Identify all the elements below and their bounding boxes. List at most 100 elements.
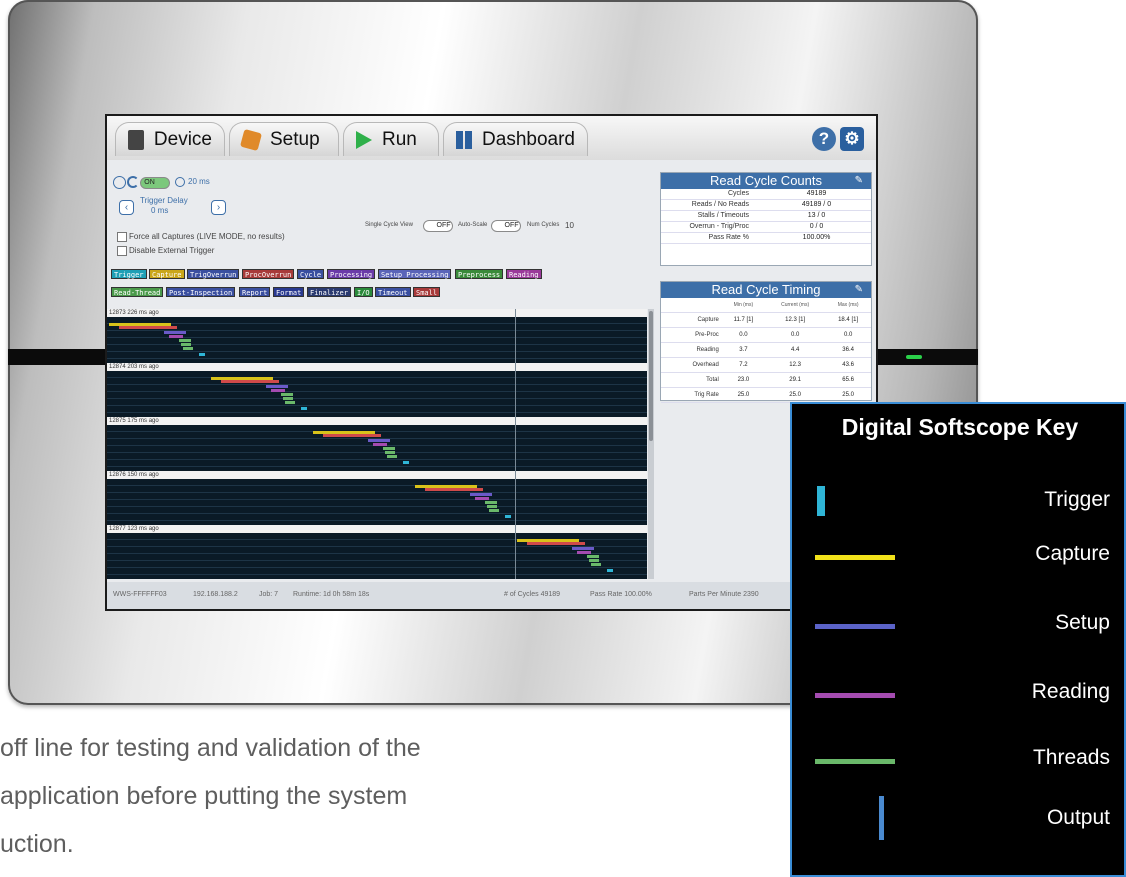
legend-chip[interactable]: ProcOverrun — [242, 269, 295, 279]
edit-icon[interactable]: ✎ — [855, 282, 863, 298]
num-cycles-label: Num Cycles — [527, 222, 560, 228]
scope-trace — [285, 401, 295, 404]
counts-row: Stalls / Timeouts 13 / 0 — [661, 211, 871, 222]
step-icon[interactable] — [113, 176, 126, 189]
help-button[interactable]: ? — [812, 127, 836, 151]
edit-icon[interactable]: ✎ — [855, 173, 863, 189]
scope-trace — [607, 569, 613, 572]
auto-scale-toggle[interactable]: OFF — [491, 220, 521, 232]
legend-chip[interactable]: Finalizer — [307, 287, 351, 297]
timing-row: Trig Rate 25.0 25.0 25.0 — [661, 387, 871, 403]
timing-header-cell: Max (ms) — [825, 298, 871, 313]
read-cycle-counts-title: Read Cycle Counts ✎ — [661, 173, 871, 189]
tab-setup[interactable]: Setup — [229, 122, 339, 156]
scope-trace — [591, 563, 601, 566]
counts-row-label: Pass Rate % — [708, 234, 749, 241]
read-cycle-counts-panel: Read Cycle Counts ✎ Cycles 49189 Reads / N… — [660, 172, 872, 266]
key-label: Output — [1046, 806, 1110, 829]
scope-trace — [221, 380, 279, 383]
counts-row-label: Reads / No Reads — [691, 201, 749, 208]
legend-chip[interactable]: Trigger — [111, 269, 147, 279]
counts-row-value: 49189 — [806, 190, 827, 197]
legend-chip[interactable]: Read-Thread — [111, 287, 164, 297]
setup-icon — [239, 128, 263, 151]
legend-chip[interactable]: Reading — [506, 269, 542, 279]
legend-chip[interactable]: Setup Processing — [378, 269, 452, 279]
legend-chip[interactable]: Report — [239, 287, 271, 297]
tab-dashboard[interactable]: Dashboard — [443, 122, 588, 156]
auto-scale-label: Auto-Scale — [458, 222, 488, 228]
softscope-view: 12873 226 ms ago 12874 203 ms ago 12875 17… — [107, 309, 647, 579]
play-icon — [356, 130, 372, 149]
tab-run[interactable]: Run — [343, 122, 439, 156]
cycle-header: 12873 226 ms ago — [107, 309, 647, 317]
timing-cell: 11.7 [1] — [721, 312, 766, 328]
single-cycle-toggle[interactable]: OFF — [423, 220, 453, 232]
tab-device[interactable]: Device — [115, 122, 225, 156]
scope-row-line — [107, 553, 647, 554]
delay-decrease-button[interactable]: ‹ — [119, 200, 134, 215]
delay-increase-button[interactable]: › — [211, 200, 226, 215]
scope-row-line — [107, 323, 647, 324]
run-toggle-label: ON — [144, 179, 155, 186]
counts-row-value: 100.00% — [802, 234, 831, 241]
scope-trace — [266, 385, 288, 388]
scope-row-line — [107, 567, 647, 568]
scope-trace — [301, 407, 307, 410]
scope-row-line — [107, 351, 647, 352]
scope-trace — [470, 493, 492, 496]
scope-trace — [527, 542, 585, 545]
timing-header-cell: Min (ms) — [721, 298, 766, 313]
read-cycle-timing-title: Read Cycle Timing ✎ — [661, 282, 871, 298]
scope-trace — [323, 434, 381, 437]
scope-row-line — [107, 377, 647, 378]
scope-row-line — [107, 499, 647, 500]
legend-chip[interactable]: Small — [413, 287, 441, 297]
scope-trace — [385, 451, 395, 454]
status-job: Job: 7 — [259, 591, 279, 598]
timing-row-label: Pre-Proc — [661, 327, 722, 343]
scope-trace — [475, 497, 489, 500]
scope-trace — [199, 353, 205, 356]
caption-line-2: application before putting the system — [0, 782, 408, 810]
disable-trigger-checkbox[interactable] — [117, 246, 127, 256]
legend-chip[interactable]: Timeout — [375, 287, 411, 297]
refresh-icon[interactable] — [127, 176, 139, 188]
legend-chip[interactable]: TrigOverrun — [187, 269, 240, 279]
timing-cell: 7.2 — [721, 357, 766, 373]
counts-row: Cycles 49189 — [661, 189, 871, 200]
legend-chip[interactable]: Format — [273, 287, 305, 297]
key-label: Trigger — [1044, 488, 1110, 511]
legend-chip[interactable]: Post-Inspection — [166, 287, 236, 297]
scope-row-line — [107, 485, 647, 486]
run-toggle[interactable]: ON — [140, 177, 170, 189]
timing-row-label: Reading — [661, 342, 722, 358]
legend-chip[interactable]: I/O — [354, 287, 373, 297]
legend-chip[interactable]: Preprocess — [455, 269, 504, 279]
timing-cell: 0.0 — [765, 327, 826, 343]
legend-chip[interactable]: Cycle — [297, 269, 325, 279]
settings-button[interactable]: ⚙ — [840, 127, 864, 151]
key-label: Reading — [1031, 680, 1110, 703]
timing-header-row: Min (ms) Current (ms) Max (ms) — [661, 298, 871, 313]
force-captures-label: Force all Captures (LIVE MODE, no result… — [129, 232, 285, 241]
scope-row-line — [107, 412, 647, 413]
force-captures-checkbox[interactable] — [117, 232, 127, 242]
legend-chip[interactable]: Capture — [149, 269, 185, 279]
timing-cell: 0.0 — [721, 327, 766, 343]
legend-chip[interactable]: Processing — [327, 269, 376, 279]
scope-scrollbar-thumb[interactable] — [649, 311, 653, 441]
scope-row-line — [107, 398, 647, 399]
scope-row-line — [107, 513, 647, 514]
key-swatch — [817, 486, 825, 516]
scope-scrollbar[interactable] — [648, 309, 654, 579]
scope-trace — [368, 439, 390, 442]
timing-cell: 36.4 — [825, 342, 871, 358]
status-ip: 192.168.188.2 — [193, 591, 238, 598]
status-uptime: Runtime: 1d 0h 58m 18s — [293, 591, 370, 598]
power-led — [906, 355, 922, 359]
scope-row-line — [107, 574, 647, 575]
scope-cursor[interactable] — [515, 309, 516, 579]
timing-row-label: Capture — [661, 312, 722, 328]
top-nav: Device Setup Run Dashboard ? ⚙ — [107, 116, 876, 160]
